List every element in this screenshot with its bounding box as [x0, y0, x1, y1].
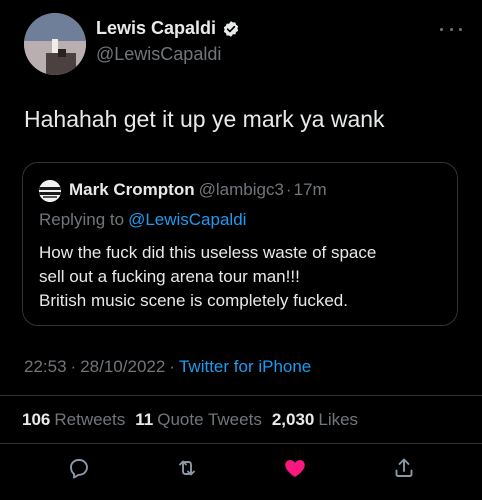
- retweets-label: Retweets: [54, 410, 126, 429]
- quotes-count: 11: [135, 410, 154, 429]
- quoted-text-line: sell out a fucking arena tour man!!!: [39, 267, 300, 286]
- quoted-separator: ·: [285, 180, 292, 199]
- quote-tweets-stat[interactable]: 11 Quote Tweets: [135, 410, 262, 430]
- likes-label: Likes: [318, 410, 359, 429]
- tweet-meta: 22:53 · 28/10/2022 · Twitter for iPhone: [24, 357, 311, 377]
- tweet-source-link[interactable]: Twitter for iPhone: [179, 357, 311, 376]
- meta-separator: ·: [70, 357, 77, 376]
- action-bar: [0, 456, 482, 484]
- retweets-count: 106: [22, 410, 51, 429]
- share-icon[interactable]: [392, 456, 416, 480]
- verified-badge-icon: [222, 20, 240, 38]
- quoted-author-avatar[interactable]: [39, 180, 61, 202]
- tweet-stats: 106 Retweets 11 Quote Tweets 2,030 Likes: [22, 410, 358, 430]
- divider: [0, 395, 482, 396]
- more-icon[interactable]: [440, 24, 462, 34]
- replying-mention-link[interactable]: @LewisCapaldi: [128, 210, 246, 229]
- replying-to-line: Replying to @LewisCapaldi: [39, 210, 246, 230]
- quoted-author-handle[interactable]: @lambigc3: [199, 180, 284, 199]
- quoted-tweet-card[interactable]: Mark Crompton @lambigc3 · 17m Replying to @L…: [22, 162, 458, 326]
- quoted-author-name[interactable]: Mark Crompton: [69, 180, 195, 199]
- replying-prefix: Replying to: [39, 210, 125, 229]
- quotes-label: Quote Tweets: [157, 410, 262, 429]
- author-name-text[interactable]: Lewis Capaldi: [96, 18, 216, 39]
- quoted-author-line[interactable]: Mark Crompton @lambigc3 · 17m: [69, 180, 327, 200]
- author-handle[interactable]: @LewisCapaldi: [96, 44, 221, 65]
- divider: [0, 443, 482, 444]
- heart-icon[interactable]: [283, 456, 307, 480]
- likes-stat[interactable]: 2,030 Likes: [272, 410, 358, 430]
- tweet-date[interactable]: 28/10/2022: [80, 357, 165, 376]
- author-name[interactable]: Lewis Capaldi: [96, 18, 240, 39]
- retweet-icon[interactable]: [175, 456, 199, 480]
- quoted-text-line: British music scene is completely fucked…: [39, 291, 348, 310]
- tweet-time[interactable]: 22:53: [24, 357, 67, 376]
- meta-separator: ·: [169, 357, 175, 376]
- tweet-text: Hahahah get it up ye mark ya wank: [24, 106, 385, 132]
- quoted-tweet-text: How the fuck did this useless waste of s…: [39, 241, 376, 313]
- reply-icon[interactable]: [67, 456, 91, 480]
- author-avatar[interactable]: [24, 13, 86, 75]
- quoted-text-line: How the fuck did this useless waste of s…: [39, 243, 377, 262]
- likes-count: 2,030: [271, 410, 315, 429]
- quoted-time: 17m: [293, 180, 327, 199]
- retweets-stat[interactable]: 106 Retweets: [22, 410, 125, 430]
